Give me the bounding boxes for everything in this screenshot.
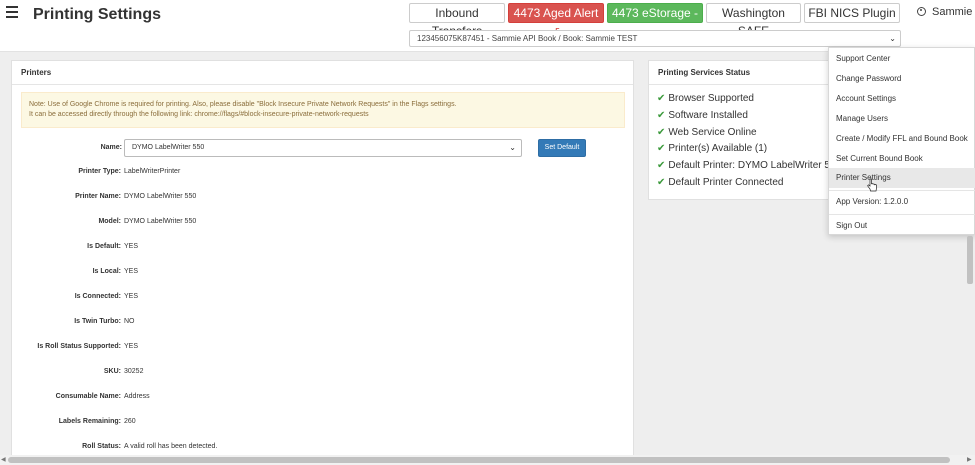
status-text: Default Printer: DYMO LabelWriter 5 xyxy=(668,160,830,171)
field-value: DYMO LabelWriter 550 xyxy=(124,193,197,200)
printer-name-select-value: DYMO LabelWriter 550 xyxy=(132,144,205,151)
field-row: Is Connected: YES xyxy=(12,290,632,304)
scroll-right-arrow-icon[interactable]: ▶ xyxy=(967,456,972,463)
status-text: Software Installed xyxy=(668,110,748,121)
menu-divider xyxy=(829,190,975,191)
user-dropdown-menu: Support Center Change Password Account S… xyxy=(828,47,975,235)
field-value: 30252 xyxy=(124,368,144,375)
field-value: YES xyxy=(124,293,139,300)
field-label: Labels Remaining: xyxy=(58,418,121,425)
field-value: Address xyxy=(124,393,150,400)
notice-line-1: Note: Use of Google Chrome is required f… xyxy=(29,101,457,108)
field-row: Is Local: YES xyxy=(12,265,632,279)
menu-item-sign-out[interactable]: Sign Out xyxy=(829,216,975,236)
vertical-scrollbar-thumb[interactable] xyxy=(967,236,973,284)
field-row: Labels Remaining: 260 xyxy=(12,415,632,429)
field-label: Is Twin Turbo: xyxy=(74,318,121,325)
field-value: LabelWriterPrinter xyxy=(124,168,181,175)
check-icon: ✔ xyxy=(657,93,666,104)
fbi-nics-plugin-button[interactable]: FBI NICS Plugin xyxy=(804,3,900,23)
menu-item-create-modify-ffl[interactable]: Create / Modify FFL and Bound Book xyxy=(829,129,975,149)
user-name: Sammie xyxy=(932,6,973,18)
chevron-down-icon: ⌄ xyxy=(509,143,516,152)
check-icon: ✔ xyxy=(657,143,666,154)
field-row: Is Twin Turbo: NO xyxy=(12,315,632,329)
field-value: DYMO LabelWriter 550 xyxy=(124,218,197,225)
aged-alert-label: 4473 Aged Alert xyxy=(513,6,599,20)
menu-item-set-current-bound-book[interactable]: Set Current Bound Book xyxy=(829,149,975,169)
status-item: ✔ Printer(s) Available (1) xyxy=(657,143,767,154)
status-item: ✔ Software Installed xyxy=(657,110,748,121)
notice-line-2: It can be accessed directly through the … xyxy=(29,111,369,118)
field-label: Roll Status: xyxy=(82,443,121,450)
field-row: Printer Name: DYMO LabelWriter 550 xyxy=(12,190,632,204)
chevron-down-icon: ⌄ xyxy=(889,34,896,43)
field-label: SKU: xyxy=(103,368,121,375)
estorage-button[interactable]: 4473 eStorage - On xyxy=(607,3,703,38)
printer-name-label: Name: xyxy=(100,144,122,151)
menu-item-printer-settings[interactable]: Printer Settings xyxy=(829,168,975,188)
user-menu-toggle[interactable]: Sammie xyxy=(917,6,972,18)
field-value: YES xyxy=(124,343,139,350)
menu-item-manage-users[interactable]: Manage Users xyxy=(829,109,975,129)
field-label: Consumable Name: xyxy=(55,393,121,400)
field-row: SKU: 30252 xyxy=(12,365,632,379)
field-value: YES xyxy=(124,243,139,250)
status-text: Web Service Online xyxy=(668,127,757,138)
hamburger-menu-icon[interactable] xyxy=(6,6,18,18)
field-row: Is Default: YES xyxy=(12,240,632,254)
bound-book-select[interactable]: 123456075K87451 - Sammie API Book / Book… xyxy=(409,30,901,47)
field-row: Model: DYMO LabelWriter 550 xyxy=(12,215,632,229)
field-row: Is Roll Status Supported: YES xyxy=(12,340,632,354)
check-icon: ✔ xyxy=(657,160,666,171)
aged-alert-button[interactable]: 4473 Aged Alert5 xyxy=(508,3,604,36)
field-value: A valid roll has been detected. xyxy=(124,443,218,450)
pointer-cursor-icon xyxy=(867,178,877,192)
printer-name-select[interactable]: DYMO LabelWriter 550 ⌄ xyxy=(124,139,522,157)
printing-services-status-panel: Printing Services Status ✔ Browser Suppor… xyxy=(648,60,838,200)
check-icon: ✔ xyxy=(657,110,666,121)
services-heading: Printing Services Status xyxy=(649,61,837,85)
bound-book-select-value: 123456075K87451 - Sammie API Book / Book… xyxy=(417,34,638,43)
status-text: Printer(s) Available (1) xyxy=(668,143,768,154)
page-title: Printing Settings xyxy=(33,6,161,23)
status-item: ✔ Browser Supported xyxy=(657,93,754,104)
field-value: 260 xyxy=(124,418,136,425)
field-value: YES xyxy=(124,268,139,275)
horizontal-scrollbar-thumb[interactable] xyxy=(8,457,950,463)
check-icon: ✔ xyxy=(657,177,666,188)
menu-item-support-center[interactable]: Support Center xyxy=(829,49,975,69)
user-icon xyxy=(917,7,926,16)
menu-divider xyxy=(829,214,975,215)
field-label: Is Connected: xyxy=(74,293,121,300)
menu-item-app-version: App Version: 1.2.0.0 xyxy=(836,197,909,206)
top-bar: Printing Settings Inbound Transfers 4473… xyxy=(0,0,975,52)
field-label: Is Roll Status Supported: xyxy=(37,343,121,350)
field-row: Consumable Name: Address xyxy=(12,390,632,404)
field-label: Model: xyxy=(98,218,121,225)
status-item: ✔ Web Service Online xyxy=(657,127,757,138)
set-default-button[interactable]: Set Default xyxy=(538,139,586,157)
field-label: Is Local: xyxy=(92,268,121,275)
menu-item-account-settings[interactable]: Account Settings xyxy=(829,89,975,109)
status-item: ✔ Default Printer: DYMO LabelWriter 5 xyxy=(657,160,830,171)
inbound-transfers-button[interactable]: Inbound Transfers xyxy=(409,3,505,38)
status-text: Default Printer Connected xyxy=(668,177,784,188)
field-label: Printer Type: xyxy=(78,168,121,175)
field-value: NO xyxy=(124,318,135,325)
check-icon: ✔ xyxy=(657,127,666,138)
status-item: ✔ Default Printer Connected xyxy=(657,177,783,188)
chrome-notice: Note: Use of Google Chrome is required f… xyxy=(21,92,625,128)
field-row: Roll Status: A valid roll has been detec… xyxy=(12,440,632,454)
field-label: Is Default: xyxy=(87,243,121,250)
menu-item-change-password[interactable]: Change Password xyxy=(829,69,975,89)
field-row: Printer Type: LabelWriterPrinter xyxy=(12,165,632,179)
washington-safe-button[interactable]: Washington SAFE xyxy=(706,3,801,38)
status-text: Browser Supported xyxy=(668,93,754,104)
field-label: Printer Name: xyxy=(75,193,121,200)
printers-heading: Printers xyxy=(12,61,633,85)
scroll-left-arrow-icon[interactable]: ◀ xyxy=(1,456,6,463)
printers-panel: Printers Note: Use of Google Chrome is r… xyxy=(11,60,634,465)
